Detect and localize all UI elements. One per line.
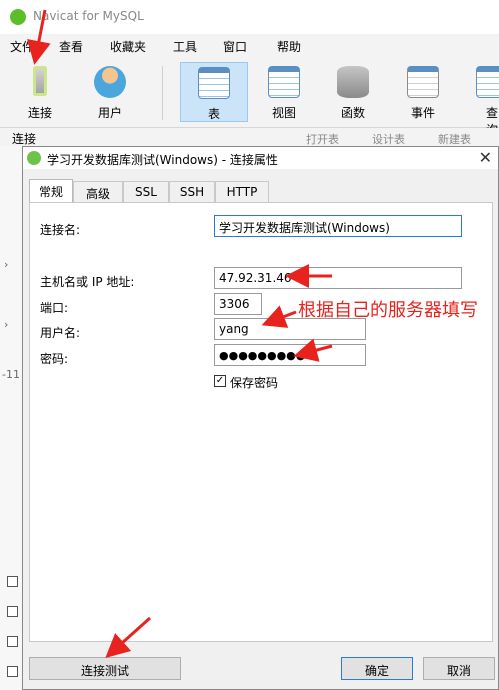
arrow-to-username-field — [261, 305, 297, 328]
arrow-to-test-button — [105, 616, 152, 659]
annotation-arrows — [27, 9, 333, 659]
arrow-to-connect-icon — [27, 9, 51, 65]
arrow-to-password-field — [293, 338, 333, 362]
